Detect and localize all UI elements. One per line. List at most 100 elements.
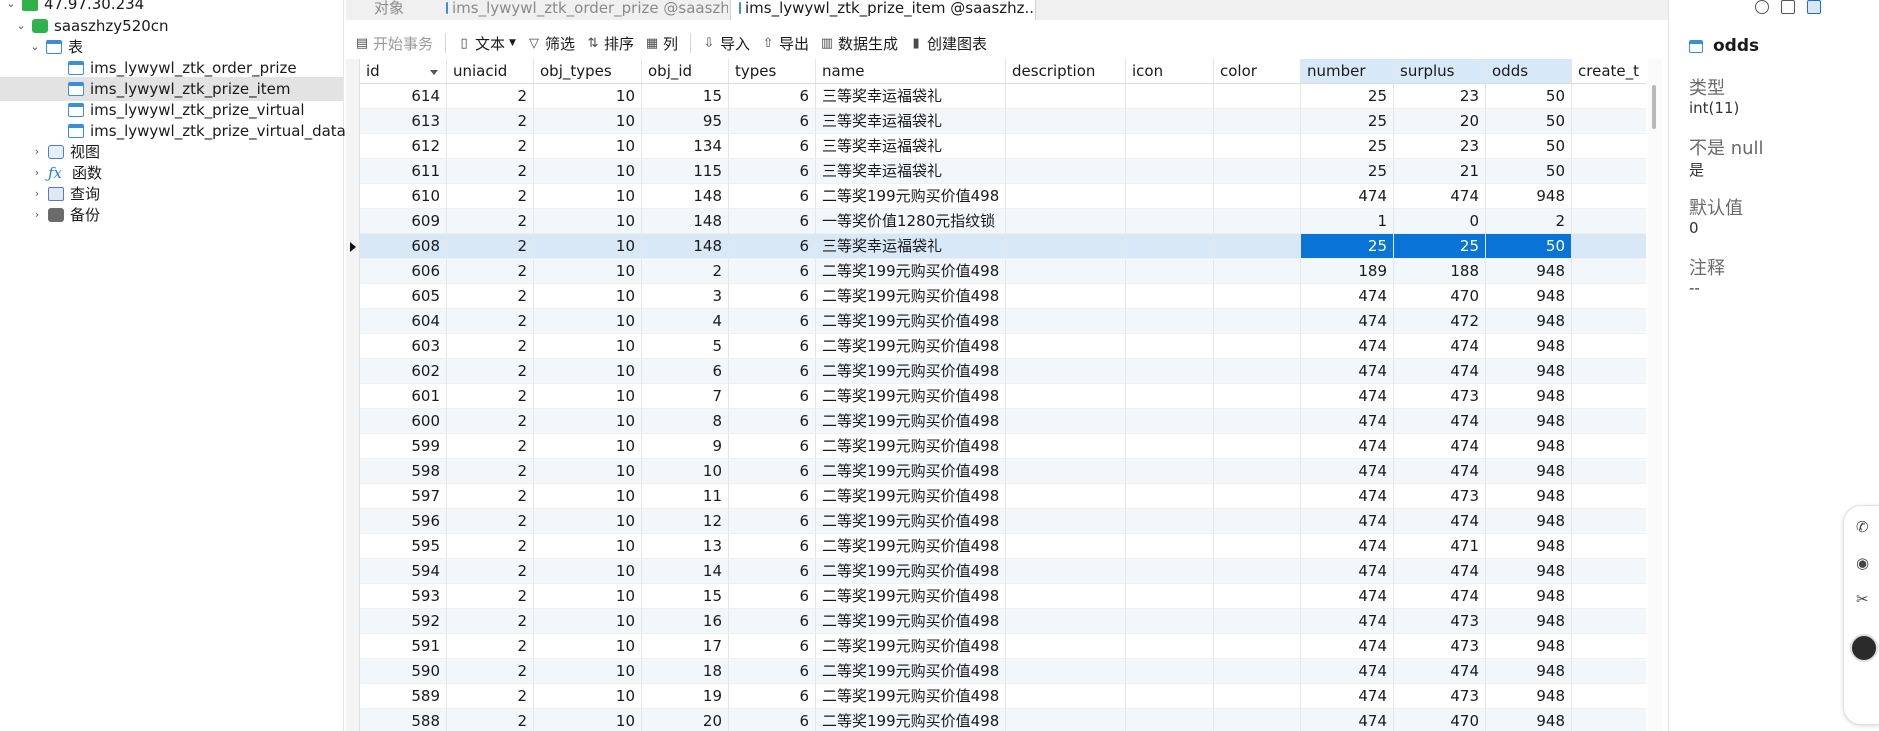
vertical-scrollbar[interactable] <box>1648 59 1662 731</box>
cell-number[interactable]: 25 <box>1301 84 1394 109</box>
cell-obj-types[interactable]: 10 <box>534 359 642 384</box>
cell-obj-id[interactable]: 17 <box>642 634 729 659</box>
cell-obj-id[interactable]: 3 <box>642 284 729 309</box>
cell-uniacid[interactable]: 2 <box>447 709 534 731</box>
info-icon[interactable] <box>1755 0 1769 14</box>
cell-icon[interactable] <box>1126 609 1214 634</box>
cell-obj-types[interactable]: 10 <box>534 309 642 334</box>
cell-description[interactable] <box>1006 659 1126 684</box>
table-row[interactable]: 594 2 10 14 6 二等奖199元购买价值498 474 474 948 <box>346 559 1646 584</box>
table-row[interactable]: 602 2 10 6 6 二等奖199元购买价值498 474 474 948 <box>346 359 1646 384</box>
cell-obj-id[interactable]: 115 <box>642 159 729 184</box>
cell-color[interactable] <box>1214 259 1301 284</box>
cell-id[interactable]: 611 <box>360 159 447 184</box>
cell-odds[interactable]: 50 <box>1486 134 1572 159</box>
cell-name[interactable]: 二等奖199元购买价值498 <box>816 434 1006 459</box>
row-marker[interactable] <box>346 509 360 534</box>
cell-surplus[interactable]: 474 <box>1394 509 1486 534</box>
cell-create-t[interactable] <box>1572 309 1646 334</box>
table-row[interactable]: 592 2 10 16 6 二等奖199元购买价值498 474 473 948 <box>346 609 1646 634</box>
row-marker[interactable] <box>346 434 360 459</box>
cell-id[interactable]: 610 <box>360 184 447 209</box>
cell-surplus[interactable]: 472 <box>1394 309 1486 334</box>
cell-number[interactable]: 474 <box>1301 384 1394 409</box>
cell-odds[interactable]: 948 <box>1486 459 1572 484</box>
cell-name[interactable]: 三等奖幸运福袋礼 <box>816 109 1006 134</box>
cell-number[interactable]: 474 <box>1301 484 1394 509</box>
cell-uniacid[interactable]: 2 <box>447 459 534 484</box>
cell-id[interactable]: 600 <box>360 409 447 434</box>
cell-create-t[interactable] <box>1572 509 1646 534</box>
cell-types[interactable]: 6 <box>729 434 816 459</box>
cell-uniacid[interactable]: 2 <box>447 109 534 134</box>
row-marker[interactable] <box>346 284 360 309</box>
cell-odds[interactable]: 948 <box>1486 534 1572 559</box>
cell-number[interactable]: 474 <box>1301 359 1394 384</box>
cell-color[interactable] <box>1214 459 1301 484</box>
cell-obj-id[interactable]: 19 <box>642 684 729 709</box>
cell-description[interactable] <box>1006 159 1126 184</box>
cell-types[interactable]: 6 <box>729 634 816 659</box>
cell-odds[interactable]: 50 <box>1486 84 1572 109</box>
cell-name[interactable]: 二等奖199元购买价值498 <box>816 509 1006 534</box>
cell-name[interactable]: 三等奖幸运福袋礼 <box>816 134 1006 159</box>
cell-obj-types[interactable]: 10 <box>534 609 642 634</box>
cell-color[interactable] <box>1214 109 1301 134</box>
cell-color[interactable] <box>1214 334 1301 359</box>
cell-number[interactable]: 474 <box>1301 709 1394 731</box>
scissors-icon[interactable]: ✂ <box>1856 590 1869 608</box>
cell-obj-types[interactable]: 10 <box>534 584 642 609</box>
cell-obj-types[interactable]: 10 <box>534 684 642 709</box>
cell-icon[interactable] <box>1126 159 1214 184</box>
cell-color[interactable] <box>1214 709 1301 731</box>
cell-description[interactable] <box>1006 134 1126 159</box>
cell-create-t[interactable] <box>1572 209 1646 234</box>
cell-obj-types[interactable]: 10 <box>534 234 642 259</box>
cell-description[interactable] <box>1006 109 1126 134</box>
cell-obj-types[interactable]: 10 <box>534 109 642 134</box>
cell-obj-types[interactable]: 10 <box>534 409 642 434</box>
cell-obj-id[interactable]: 4 <box>642 309 729 334</box>
cell-odds[interactable]: 948 <box>1486 359 1572 384</box>
table-row[interactable]: 596 2 10 12 6 二等奖199元购买价值498 474 474 948 <box>346 509 1646 534</box>
cell-icon[interactable] <box>1126 409 1214 434</box>
cell-name[interactable]: 二等奖199元购买价值498 <box>816 334 1006 359</box>
cell-description[interactable] <box>1006 634 1126 659</box>
cell-color[interactable] <box>1214 609 1301 634</box>
cell-number[interactable]: 474 <box>1301 559 1394 584</box>
cell-id[interactable]: 595 <box>360 534 447 559</box>
column-header-uniacid[interactable]: uniacid <box>447 59 534 84</box>
cell-odds[interactable]: 948 <box>1486 259 1572 284</box>
cell-description[interactable] <box>1006 684 1126 709</box>
cell-number[interactable]: 474 <box>1301 584 1394 609</box>
cell-surplus[interactable]: 474 <box>1394 459 1486 484</box>
cell-create-t[interactable] <box>1572 584 1646 609</box>
cell-surplus[interactable]: 25 <box>1394 234 1486 259</box>
row-marker[interactable] <box>346 209 360 234</box>
cell-number[interactable]: 474 <box>1301 609 1394 634</box>
column-header-icon[interactable]: icon <box>1126 59 1214 84</box>
cell-description[interactable] <box>1006 459 1126 484</box>
cell-types[interactable]: 6 <box>729 684 816 709</box>
sort-down-icon[interactable] <box>430 70 438 75</box>
cell-surplus[interactable]: 474 <box>1394 409 1486 434</box>
table-row[interactable]: 601 2 10 7 6 二等奖199元购买价值498 474 473 948 <box>346 384 1646 409</box>
cell-id[interactable]: 596 <box>360 509 447 534</box>
cell-types[interactable]: 6 <box>729 184 816 209</box>
cell-number[interactable]: 474 <box>1301 334 1394 359</box>
cell-create-t[interactable] <box>1572 684 1646 709</box>
cell-icon[interactable] <box>1126 434 1214 459</box>
cell-uniacid[interactable]: 2 <box>447 384 534 409</box>
cell-obj-id[interactable]: 148 <box>642 184 729 209</box>
cell-obj-types[interactable]: 10 <box>534 484 642 509</box>
cell-icon[interactable] <box>1126 559 1214 584</box>
row-marker[interactable] <box>346 309 360 334</box>
cell-odds[interactable]: 948 <box>1486 659 1572 684</box>
cell-surplus[interactable]: 473 <box>1394 384 1486 409</box>
cell-description[interactable] <box>1006 559 1126 584</box>
microphone-icon[interactable]: ◉ <box>1856 554 1869 572</box>
cell-name[interactable]: 二等奖199元购买价值498 <box>816 284 1006 309</box>
cell-obj-id[interactable]: 134 <box>642 134 729 159</box>
cell-types[interactable]: 6 <box>729 134 816 159</box>
table-row[interactable]: 589 2 10 19 6 二等奖199元购买价值498 474 473 948 <box>346 684 1646 709</box>
